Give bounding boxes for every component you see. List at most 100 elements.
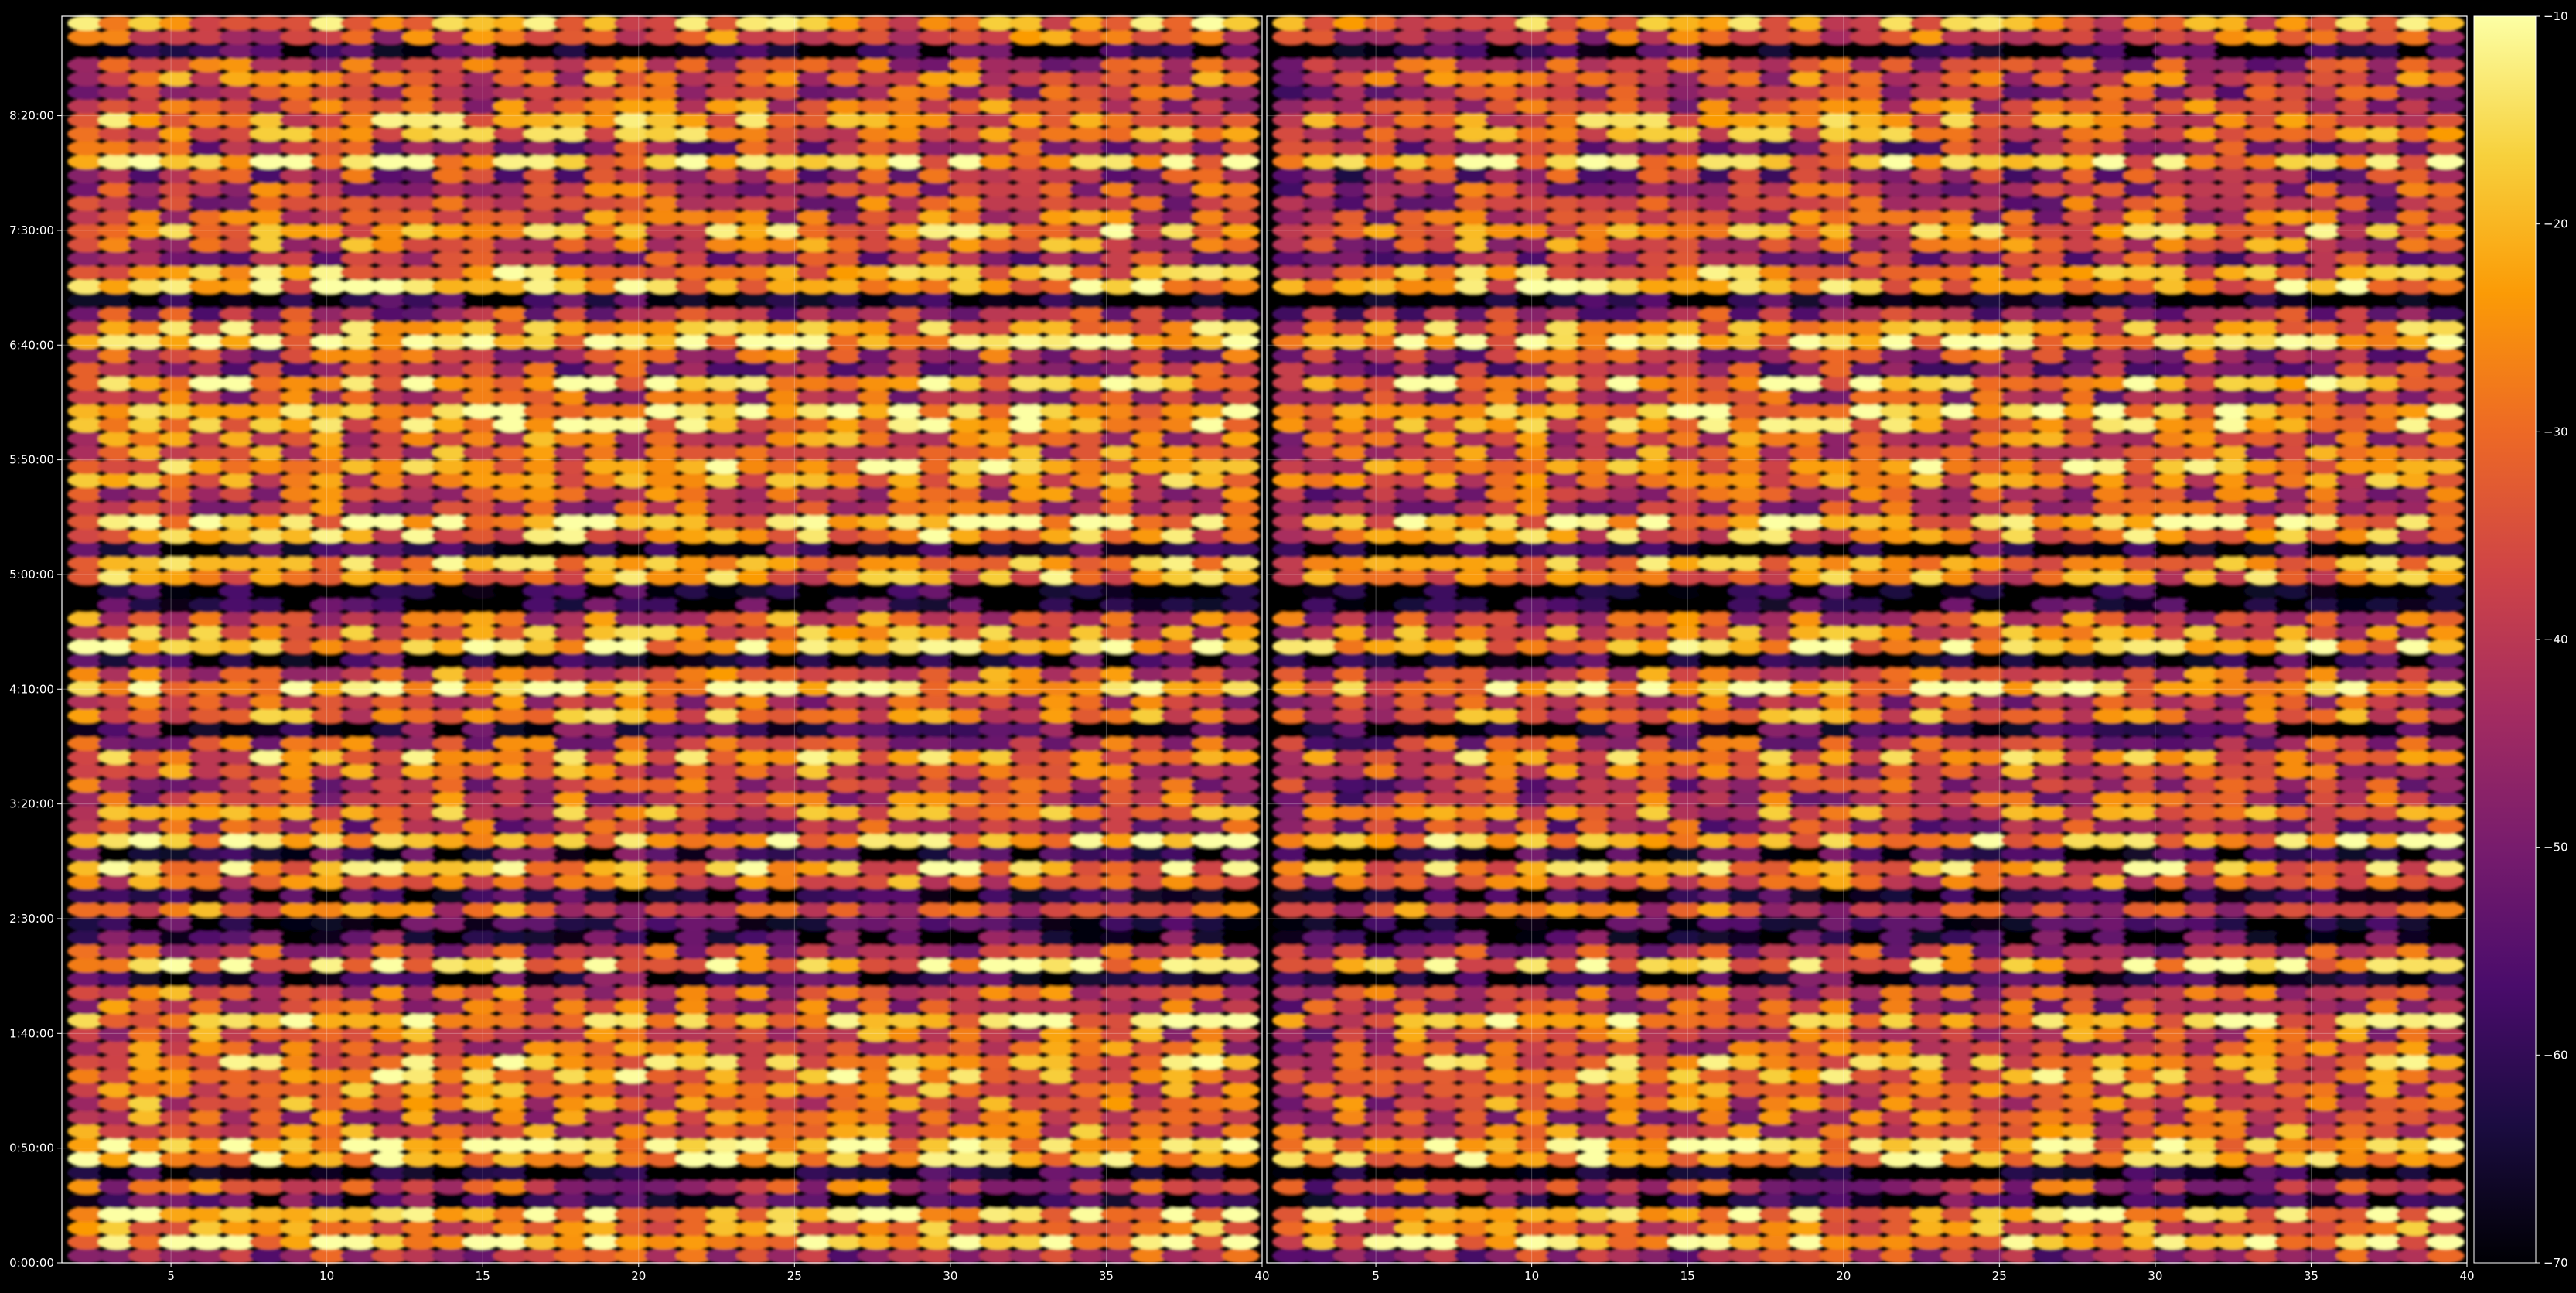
heatmap-cell [2427, 1234, 2465, 1250]
heatmap-cell [1222, 874, 1260, 890]
x-tick-label: 20 [631, 1269, 646, 1283]
heatmap-cell [1222, 431, 1260, 447]
heatmap-cell [1222, 943, 1260, 959]
heatmap-cell [1222, 1123, 1260, 1139]
heatmap-cell [2427, 1192, 2465, 1209]
heatmap-cell [2427, 902, 2465, 918]
heatmap-cell [1222, 805, 1260, 820]
heatmap-cell [2427, 818, 2465, 834]
heatmap-cell [2427, 749, 2465, 766]
heatmap-cell [1222, 1234, 1260, 1250]
heatmap-cell [1222, 1248, 1260, 1264]
heatmap-cell [2427, 998, 2465, 1015]
heatmap-cell [1222, 209, 1260, 225]
heatmap-cell [2427, 1026, 2465, 1042]
heatmap-cell [1222, 680, 1260, 696]
heatmap-cell [1222, 29, 1260, 45]
heatmap-cell [2427, 1040, 2465, 1056]
heatmap-cell [1222, 971, 1260, 987]
heatmap-cell [2427, 1137, 2465, 1153]
heatmap-cell [2427, 1165, 2465, 1181]
heatmap-cell [1222, 1206, 1260, 1223]
heatmap-cell [2427, 805, 2465, 820]
heatmap-cell [1222, 625, 1260, 640]
heatmap-cell [1222, 445, 1260, 461]
heatmap-cell [1222, 735, 1260, 752]
heatmap-cell [1222, 846, 1260, 862]
heatmap-cell [1222, 15, 1260, 31]
heatmap-cell [2427, 1206, 2465, 1223]
heatmap-cell [1222, 513, 1260, 530]
heatmap-cell [1222, 84, 1260, 101]
heatmap-cell [1222, 361, 1260, 377]
heatmap-cell [1222, 486, 1260, 502]
heatmap-cell [1222, 639, 1260, 654]
heatmap-cell [1222, 375, 1260, 391]
heatmap-cell [1222, 154, 1260, 170]
heatmap-cell [1222, 694, 1260, 710]
heatmap-cell [1222, 777, 1260, 793]
heatmap-cell [1222, 500, 1260, 516]
x-tick-label: 30 [943, 1269, 957, 1283]
x-tick-label: 10 [319, 1269, 334, 1283]
heatmap-cell [1222, 1026, 1260, 1042]
heatmap-cell [1222, 320, 1260, 336]
heatmap-panel-left: 5 10 15 20 25 30 35 40 [61, 15, 1270, 1283]
heatmap-cell [1222, 473, 1260, 488]
heatmap-cell [2427, 1151, 2465, 1167]
heatmap-cell [2427, 846, 2465, 862]
heatmap-cell [1222, 1192, 1260, 1209]
heatmap-cell [2427, 930, 2465, 945]
heatmap-cell [1222, 1040, 1260, 1056]
heatmap-cell [1222, 1110, 1260, 1125]
heatmap-cell [1222, 1012, 1260, 1029]
heatmap-cell [1222, 1068, 1260, 1084]
heatmap-cell [1222, 195, 1260, 211]
heatmap-cell [1222, 888, 1260, 904]
heatmap-cell [1222, 708, 1260, 724]
heatmap-cell [1222, 902, 1260, 918]
heatmap-cell [1222, 389, 1260, 405]
heatmap-cell [1222, 611, 1260, 626]
heatmap-cell [2427, 971, 2465, 987]
heatmap-cell [1222, 763, 1260, 780]
heatmap-cell [2427, 888, 2465, 904]
heatmap-cell [1222, 653, 1260, 668]
heatmap-cell [2427, 1054, 2465, 1070]
heatmap-cell [1222, 98, 1260, 114]
heatmap-figure: 5 10 15 20 25 30 35 40 5 10 15 20 25 30 35 40 −10−20−30… [0, 0, 2576, 1293]
heatmap-cell [2427, 1123, 2465, 1139]
heatmap-cell [1222, 264, 1260, 281]
heatmap-cell [1222, 292, 1260, 309]
x-tick-label: 5 [167, 1269, 175, 1283]
heatmap-cell [1222, 957, 1260, 973]
heatmap-cell [1222, 251, 1260, 267]
heatmap-cell [1222, 417, 1260, 433]
heatmap-cell [1222, 182, 1260, 197]
heatmap-cell [1222, 1096, 1260, 1111]
heatmap-cell [1222, 403, 1260, 419]
heatmap-cell [1222, 70, 1260, 87]
heatmap-cell [1222, 168, 1260, 183]
heatmap-cell [1222, 334, 1260, 350]
heatmap-cell [1222, 1082, 1260, 1097]
heatmap-cell [1222, 818, 1260, 834]
heatmap-panel-right: 5 10 15 20 25 30 35 40 [1266, 15, 2475, 1283]
heatmap-cell [1222, 860, 1260, 876]
heatmap-cell [1222, 666, 1260, 682]
heatmap-cell [1222, 749, 1260, 766]
heatmap-cell [1222, 541, 1260, 558]
heatmap-cell [1222, 583, 1260, 599]
heatmap-cell [2427, 1179, 2465, 1195]
heatmap-cell [1222, 1054, 1260, 1070]
heatmap-cell [1222, 569, 1260, 585]
x-tick-label: 35 [1099, 1269, 1114, 1283]
heatmap-cell [1222, 984, 1260, 1001]
heatmap-cell [1222, 1179, 1260, 1195]
heatmap-cell [1222, 140, 1260, 156]
heatmap-cell [2427, 777, 2465, 793]
heatmap-cell [2427, 860, 2465, 876]
heatmap-cell [1222, 555, 1260, 571]
heatmap-cell [2427, 1068, 2465, 1084]
x-tick-label: 25 [787, 1269, 802, 1283]
